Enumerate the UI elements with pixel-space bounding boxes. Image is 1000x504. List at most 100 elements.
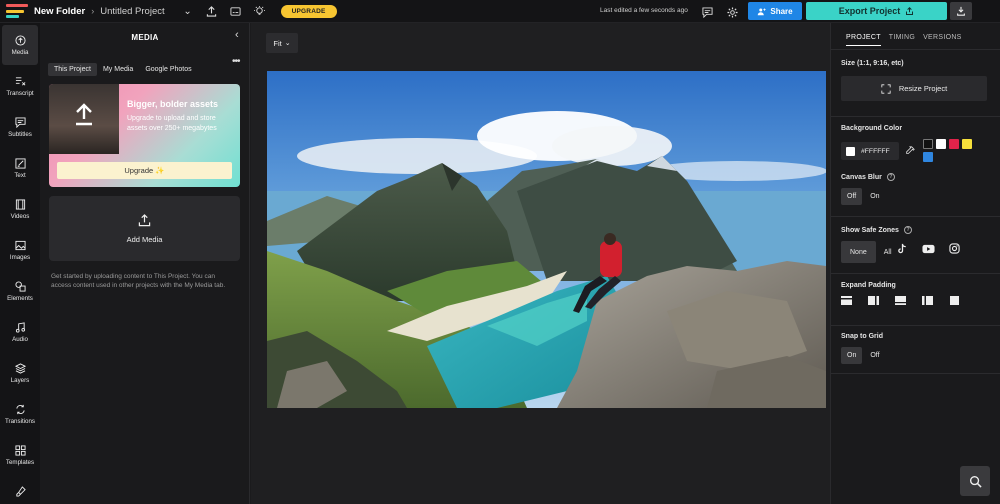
swatch-blue[interactable]	[923, 152, 933, 162]
resize-project-button[interactable]: Resize Project	[841, 76, 987, 101]
properties-tabs: PROJECT TIMING VERSIONS	[846, 34, 962, 46]
upgrade-promo-card: Bigger, bolder assets Upgrade to upload …	[49, 84, 240, 187]
upload-icon[interactable]	[205, 4, 219, 18]
share-button[interactable]: Share	[748, 2, 802, 20]
export-project-button[interactable]: Export Project	[806, 2, 947, 20]
instagram-icon[interactable]	[949, 243, 960, 254]
subtitles-icon	[14, 116, 26, 128]
canvas-area: Fit ⌄	[251, 23, 830, 504]
info-icon[interactable]: ?	[886, 173, 895, 181]
background-color-value: #FFFFFF	[861, 147, 890, 155]
app-logo-icon[interactable]	[6, 4, 28, 18]
divider	[831, 216, 1000, 217]
images-icon	[14, 240, 26, 250]
rail-item-transitions[interactable]: Transitions	[2, 394, 38, 434]
youtube-icon[interactable]	[922, 244, 935, 254]
divider	[831, 273, 1000, 274]
upgrade-button[interactable]: UPGRADE	[280, 4, 337, 18]
canvas-blur-label: Canvas Blur ?	[841, 173, 895, 181]
rail-item-videos[interactable]: Videos	[2, 189, 38, 229]
tab-project[interactable]: PROJECT	[846, 34, 881, 46]
rail-item-more[interactable]	[2, 481, 38, 501]
safe-zone-all-button[interactable]: All	[878, 241, 898, 263]
share-label: Share	[770, 6, 793, 16]
media-icon	[14, 34, 26, 46]
add-media-button[interactable]: Add Media	[49, 196, 240, 261]
eyedropper-icon[interactable]	[905, 146, 915, 156]
fit-value: Fit	[273, 38, 282, 48]
tab-timing[interactable]: TIMING	[889, 34, 915, 46]
rail-item-layers[interactable]: Layers	[2, 353, 38, 393]
layers-icon	[14, 362, 26, 374]
padding-top-icon[interactable]	[895, 296, 906, 305]
current-color-swatch	[846, 146, 855, 156]
templates-icon	[14, 444, 26, 456]
properties-panel: PROJECT TIMING VERSIONS Size (1:1, 9:16,…	[830, 23, 1000, 504]
info-icon[interactable]: ?	[903, 226, 912, 234]
padding-vertical-icon[interactable]	[841, 296, 852, 305]
rail-item-media[interactable]: Media	[2, 25, 38, 65]
elements-icon	[14, 280, 26, 292]
promo-text: Upgrade to upload and store assets over …	[127, 115, 217, 132]
search-button[interactable]	[960, 466, 990, 496]
rail-item-images[interactable]: Images	[2, 230, 38, 270]
swatch-black[interactable]	[923, 139, 933, 149]
lightbulb-icon[interactable]	[253, 4, 267, 18]
divider	[831, 116, 1000, 117]
snap-to-grid-toggle: On Off	[841, 347, 886, 364]
collapse-panel-chevron-icon[interactable]: ‹	[235, 29, 239, 41]
gear-icon[interactable]	[725, 5, 739, 19]
promo-upgrade-button[interactable]: Upgrade ✨	[57, 162, 232, 179]
canvas-image[interactable]	[267, 71, 826, 408]
rail-item-elements[interactable]: Elements	[2, 271, 38, 311]
canvas-blur-toggle: Off On	[841, 188, 886, 205]
divider	[831, 373, 1000, 374]
safe-zones-label: Show Safe Zones ?	[841, 226, 912, 234]
rail-item-audio[interactable]: Audio	[2, 312, 38, 352]
add-user-icon	[758, 8, 766, 15]
media-panel-title: MEDIA	[131, 33, 159, 42]
rail-item-text[interactable]: Text	[2, 148, 38, 188]
comment-icon[interactable]	[700, 5, 714, 19]
media-panel: MEDIA ‹ This Project My Media Google Pho…	[40, 23, 288, 504]
project-name[interactable]: Untitled Project	[100, 6, 164, 17]
export-icon	[906, 6, 914, 15]
media-tabs: This Project My Media Google Photos	[48, 63, 198, 76]
swatch-red[interactable]	[949, 139, 959, 149]
swatch-yellow[interactable]	[962, 139, 972, 149]
fit-dropdown[interactable]: Fit ⌄	[266, 33, 298, 53]
background-color-input[interactable]: #FFFFFF	[841, 142, 899, 160]
upload-arrow-icon	[76, 103, 92, 126]
top-bar: New Folder › Untitled Project ⌄ UPGRADE …	[0, 0, 1000, 23]
tiktok-icon[interactable]	[897, 243, 908, 254]
rail-item-transcript[interactable]: Transcript	[2, 66, 38, 106]
rail-item-templates[interactable]: Templates	[2, 435, 38, 475]
blur-off-button[interactable]: Off	[841, 188, 863, 205]
videos-icon	[15, 198, 25, 210]
download-button[interactable]	[950, 2, 972, 20]
padding-options	[841, 296, 960, 305]
subtitle-icon[interactable]	[229, 4, 243, 18]
tab-versions[interactable]: VERSIONS	[923, 34, 962, 46]
more-options-icon[interactable]: •••	[232, 56, 240, 67]
snap-on-button[interactable]: On	[841, 347, 863, 364]
left-rail: Media Transcript Subtitles Text Videos I…	[0, 23, 40, 504]
add-media-label: Add Media	[126, 234, 163, 244]
tab-my-media[interactable]: My Media	[97, 63, 139, 76]
safe-zone-none-button[interactable]: None	[841, 241, 876, 263]
snap-off-button[interactable]: Off	[864, 347, 885, 364]
rail-item-subtitles[interactable]: Subtitles	[2, 107, 38, 147]
padding-right-icon[interactable]	[922, 296, 933, 305]
padding-left-icon[interactable]	[868, 296, 879, 305]
size-label: Size (1:1, 9:16, etc)	[841, 60, 904, 67]
editor-app: New Folder › Untitled Project ⌄ UPGRADE …	[0, 0, 1000, 504]
padding-full-icon[interactable]	[949, 296, 960, 305]
blur-on-button[interactable]: On	[864, 188, 885, 205]
swatch-white[interactable]	[936, 139, 946, 149]
tab-google-photos[interactable]: Google Photos	[139, 63, 197, 76]
chevron-down-icon[interactable]: ⌄	[181, 4, 195, 18]
transitions-icon	[15, 404, 25, 414]
text-icon	[14, 157, 26, 169]
tab-this-project[interactable]: This Project	[48, 63, 97, 76]
folder-name[interactable]: New Folder	[34, 6, 85, 17]
